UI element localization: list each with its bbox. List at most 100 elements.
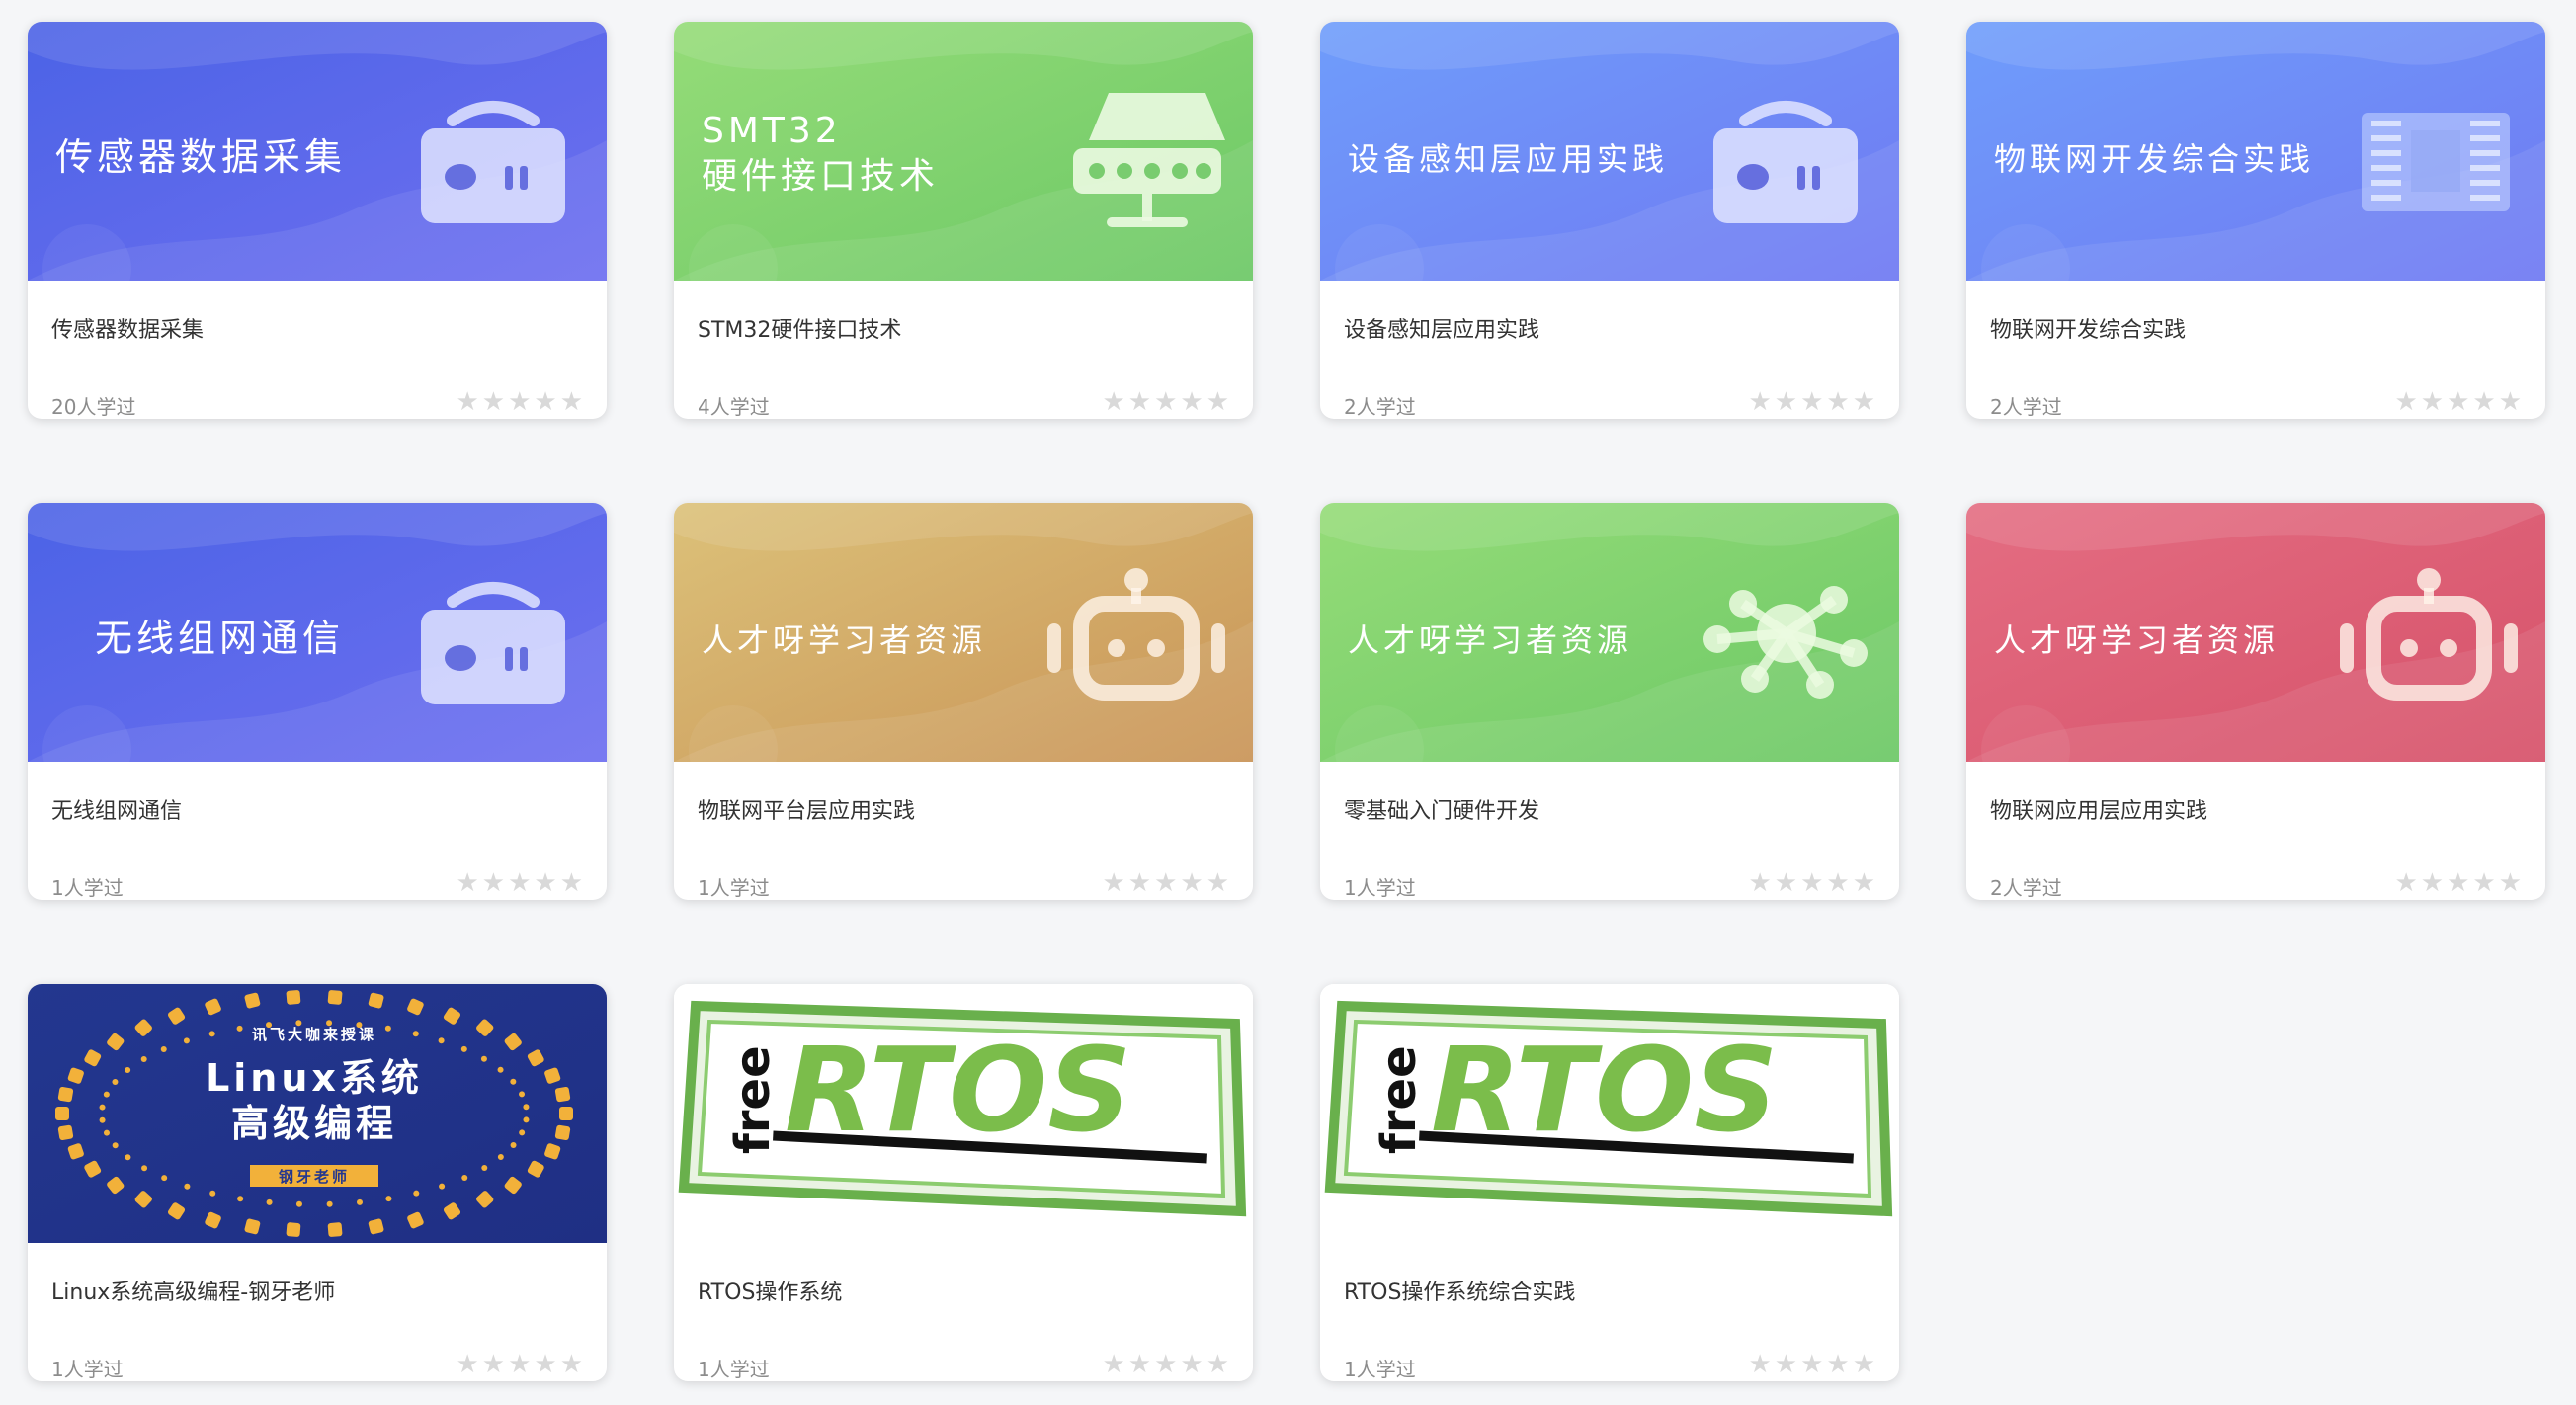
course-title[interactable]: 零基础入门硬件开发 (1344, 793, 1539, 825)
learner-count: 2人学过 (1344, 395, 1416, 419)
star-icon: ★ (1205, 868, 1229, 898)
star-icon: ★ (456, 387, 479, 417)
rating-stars: ★ ★ ★ ★ ★ (2394, 870, 2522, 896)
rating-stars: ★ ★ ★ ★ ★ (1748, 389, 1875, 415)
star-icon: ★ (1127, 387, 1152, 417)
course-card[interactable]: 人才呀学习者资源 零基础入门硬件开发 1人学过 ★ ★ ★ ★ ★ (1320, 503, 1899, 900)
star-icon: ★ (534, 868, 557, 898)
learner-count: 2人学过 (1990, 876, 2062, 900)
star-icon: ★ (1826, 868, 1850, 898)
cover-text: 设备感知层应用实践 (1348, 140, 1668, 178)
learner-count: 1人学过 (698, 876, 770, 900)
course-cover-image[interactable]: 人才呀学习者资源 (1966, 503, 2545, 762)
course-cover-image[interactable]: RTOS free (674, 984, 1253, 1243)
rating-stars: ★ ★ ★ ★ ★ (456, 389, 583, 415)
course-card[interactable]: RTOS free RTOS操作系统综合实践 1人学过 ★ ★ ★ ★ ★ (1320, 984, 1899, 1381)
star-icon: ★ (2420, 387, 2445, 417)
course-cover-image[interactable]: 无线组网通信 (28, 503, 607, 762)
star-icon: ★ (1205, 1350, 1229, 1379)
course-title[interactable]: 无线组网通信 (51, 793, 182, 825)
course-title[interactable]: RTOS操作系统综合实践 (1344, 1275, 1575, 1306)
cover-background: SMT32 硬件接口技术 (674, 22, 1253, 281)
course-cover-image[interactable]: 物联网开发综合实践 (1966, 22, 2545, 281)
star-icon: ★ (1127, 868, 1152, 898)
course-card[interactable]: 人才呀学习者资源 物联网平台层应用实践 1人学过 ★ ★ ★ ★ ★ (674, 503, 1253, 900)
course-card[interactable]: RTOS free RTOS操作系统 1人学过 ★ ★ ★ ★ ★ (674, 984, 1253, 1381)
cover-text: RTOS (1431, 1022, 1778, 1158)
rating-stars: ★ ★ ★ ★ ★ (456, 870, 583, 896)
star-icon: ★ (1205, 387, 1229, 417)
rating-stars: ★ ★ ★ ★ ★ (2394, 389, 2522, 415)
course-cover-image[interactable]: 人才呀学习者资源 (1320, 503, 1899, 762)
course-grid: 传感器数据采集 传感器数据采集 20人学过 ★ ★ ★ ★ ★ SMT32 硬件接口技术 STM32… (0, 0, 2576, 1405)
course-title[interactable]: 物联网应用层应用实践 (1990, 793, 2207, 825)
star-icon: ★ (2420, 868, 2445, 898)
star-icon: ★ (456, 868, 479, 898)
cover-text: 无线组网通信 (95, 617, 344, 660)
course-title[interactable]: STM32硬件接口技术 (698, 312, 901, 344)
star-icon: ★ (1180, 868, 1204, 898)
star-icon: ★ (481, 868, 506, 898)
star-icon: ★ (1800, 1350, 1824, 1379)
cover-text: SMT32 (702, 111, 842, 151)
star-icon: ★ (1826, 1350, 1850, 1379)
star-icon: ★ (1102, 387, 1125, 417)
course-card[interactable]: 无线组网通信 无线组网通信 1人学过 ★ ★ ★ ★ ★ (28, 503, 607, 900)
course-cover-image[interactable]: 讯飞大咖来授课 Linux系统 高级编程钢牙老师 (28, 984, 607, 1243)
star-icon: ★ (2394, 387, 2418, 417)
cover-background: 人才呀学习者资源 (674, 503, 1253, 762)
cover-background: 物联网开发综合实践 (1966, 22, 2545, 281)
rating-stars: ★ ★ ★ ★ ★ (456, 1352, 583, 1377)
course-title[interactable]: RTOS操作系统 (698, 1275, 842, 1306)
learner-count: 1人学过 (698, 1358, 770, 1381)
course-title[interactable]: 传感器数据采集 (51, 312, 204, 344)
cover-small-text: free (725, 1045, 781, 1154)
cover-text: Linux系统 (206, 1056, 423, 1100)
cover-background: RTOSfree (674, 984, 1253, 1243)
course-card[interactable]: 物联网开发综合实践 物联网开发综合实践 2人学过 ★ ★ ★ ★ ★ (1966, 22, 2545, 419)
star-icon: ★ (2394, 868, 2418, 898)
course-card[interactable]: 传感器数据采集 传感器数据采集 20人学过 ★ ★ ★ ★ ★ (28, 22, 607, 419)
course-title[interactable]: 物联网开发综合实践 (1990, 312, 2186, 344)
course-title[interactable]: 物联网平台层应用实践 (698, 793, 915, 825)
cover-small-text: free (1371, 1045, 1427, 1154)
star-icon: ★ (1180, 387, 1204, 417)
course-cover-image[interactable]: 设备感知层应用实践 (1320, 22, 1899, 281)
course-card[interactable]: 人才呀学习者资源物联网应用层应用实践 2人学过 ★ ★ ★ ★ ★ (1966, 503, 2545, 900)
cover-background: 人才呀学习者资源 (1320, 503, 1899, 762)
freertos-logo: RTOSfree (678, 1000, 1247, 1217)
course-title[interactable]: 设备感知层应用实践 (1344, 312, 1539, 344)
learner-count: 1人学过 (51, 1358, 124, 1381)
course-cover-image[interactable]: 传感器数据采集 (28, 22, 607, 281)
star-icon: ★ (1774, 868, 1798, 898)
star-icon: ★ (1154, 1350, 1178, 1379)
star-icon: ★ (456, 1350, 479, 1379)
course-card[interactable]: 设备感知层应用实践 设备感知层应用实践 2人学过 ★ ★ ★ ★ ★ (1320, 22, 1899, 419)
course-cover-image[interactable]: SMT32 硬件接口技术 (674, 22, 1253, 281)
course-card[interactable]: SMT32 硬件接口技术 STM32硬件接口技术 4人学过 ★ ★ ★ ★ ★ (674, 22, 1253, 419)
star-icon: ★ (1154, 387, 1178, 417)
cover-background: 传感器数据采集 (28, 22, 607, 281)
course-card[interactable]: 讯飞大咖来授课 Linux系统 高级编程钢牙老师 Linux系统高级编程-钢牙老师 1人… (28, 984, 607, 1381)
course-cover-image[interactable]: RTOS free (1320, 984, 1899, 1243)
cover-text: 人才呀学习者资源 (1994, 621, 2279, 659)
cover-badge: 钢牙老师 (279, 1168, 350, 1186)
course-cover-image[interactable]: 人才呀学习者资源 (674, 503, 1253, 762)
star-icon: ★ (1127, 1350, 1152, 1379)
star-icon: ★ (1852, 868, 1875, 898)
course-title[interactable]: Linux系统高级编程-钢牙老师 (51, 1275, 335, 1306)
star-icon: ★ (508, 868, 532, 898)
star-icon: ★ (559, 868, 583, 898)
star-icon: ★ (508, 1350, 532, 1379)
cover-text: 高级编程 (231, 1102, 397, 1145)
cover-text: 传感器数据采集 (55, 135, 346, 179)
cover-text: 人才呀学习者资源 (1348, 621, 1632, 659)
star-icon: ★ (559, 387, 583, 417)
star-icon: ★ (1748, 868, 1772, 898)
rating-stars: ★ ★ ★ ★ ★ (1102, 1352, 1229, 1377)
star-icon: ★ (1774, 1350, 1798, 1379)
cover-subtitle: 讯飞大咖来授课 (252, 1026, 376, 1043)
star-icon: ★ (1852, 387, 1875, 417)
star-icon: ★ (1826, 387, 1850, 417)
star-icon: ★ (2472, 387, 2496, 417)
